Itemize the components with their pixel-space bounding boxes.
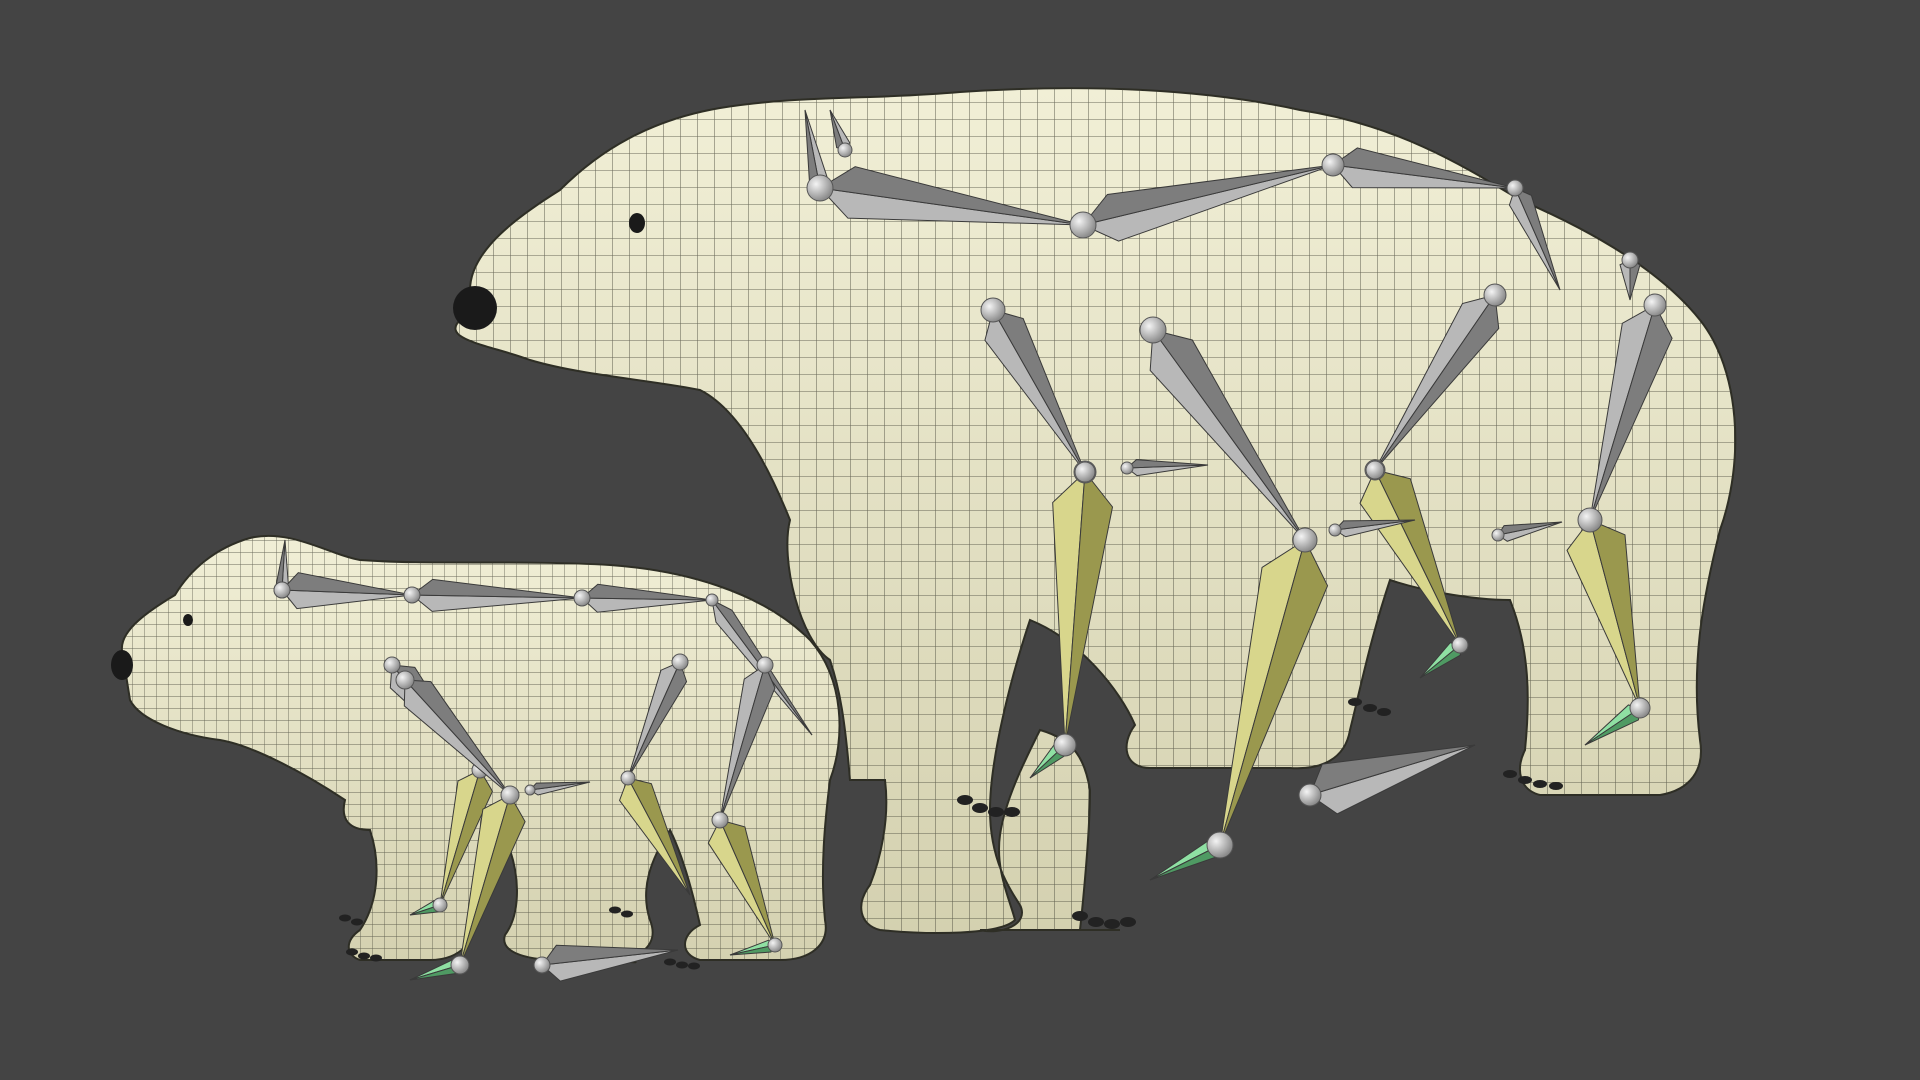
adult-foot-near-head-joint[interactable]	[1629, 697, 1651, 719]
adult-tail-2-head-joint[interactable]	[1621, 251, 1639, 269]
cub-ik-pole-head-joint[interactable]	[533, 956, 551, 974]
cub-shoulder-near-head-joint[interactable]	[395, 670, 415, 690]
adult-knee-joint[interactable]	[1365, 460, 1385, 480]
3d-viewport[interactable]	[0, 0, 1920, 1080]
adult-tail-head-joint[interactable]	[1506, 179, 1524, 197]
adult-ik-3-head-joint[interactable]	[1491, 528, 1505, 542]
cub-foot-near-head-joint[interactable]	[767, 937, 783, 953]
adult-hip-far-head-joint[interactable]	[1483, 283, 1507, 307]
cub-thigh-near-head-joint[interactable]	[711, 811, 729, 829]
cub-hip-far-head-joint[interactable]	[671, 653, 689, 671]
adult-shoulder-near-head-joint[interactable]	[1139, 316, 1167, 344]
adult-hip-near-head-joint[interactable]	[1643, 293, 1667, 317]
scene-canvas[interactable]	[0, 0, 1920, 1080]
cub-upperarm-near-head-joint[interactable]	[500, 785, 520, 805]
adult-ik-pole-head-joint[interactable]	[1298, 783, 1322, 807]
cub-eye	[183, 614, 193, 626]
cub-shoulder-far-head-joint[interactable]	[383, 656, 401, 674]
adult-nose	[453, 286, 497, 330]
cub-hand-near-head-joint[interactable]	[450, 955, 470, 975]
adult-shoulder-far-head-joint[interactable]	[980, 297, 1006, 323]
cub-neck-head-joint[interactable]	[273, 581, 291, 599]
adult-spine-2-head-joint[interactable]	[1321, 153, 1345, 177]
adult-ear-head-joint[interactable]	[837, 142, 853, 158]
cub-spine-2-head-joint[interactable]	[573, 589, 591, 607]
cub-hand-far-head-joint[interactable]	[432, 897, 448, 913]
cub-nose	[111, 650, 133, 680]
adult-spine-1-head-joint[interactable]	[1069, 211, 1097, 239]
adult-upperarm-near-head-joint[interactable]	[1292, 527, 1318, 553]
adult-hand-near-head-joint[interactable]	[1206, 831, 1234, 859]
cub-hip-near-head-joint[interactable]	[756, 656, 774, 674]
cub-thigh-far-head-joint[interactable]	[620, 770, 636, 786]
cub-tail-head-joint[interactable]	[705, 593, 719, 607]
adult-eye	[629, 213, 645, 233]
adult-foot-far-head-joint[interactable]	[1451, 636, 1469, 654]
adult-thigh-near-head-joint[interactable]	[1577, 507, 1603, 533]
adult-ik-1-head-joint[interactable]	[1120, 461, 1134, 475]
cub-ik-1-head-joint[interactable]	[524, 784, 536, 796]
adult-neck-head-joint[interactable]	[806, 174, 834, 202]
cub-spine-1-head-joint[interactable]	[403, 586, 421, 604]
adult-hand-far-head-joint[interactable]	[1053, 733, 1077, 757]
adult-ik-2-head-joint[interactable]	[1328, 523, 1342, 537]
adult-elbow-joint[interactable]	[1074, 461, 1096, 483]
